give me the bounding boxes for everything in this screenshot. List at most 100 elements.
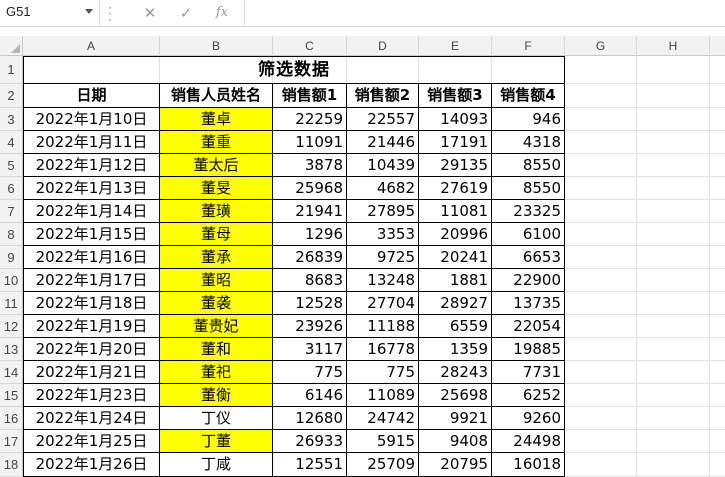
salesperson-cell[interactable]: 董祀	[160, 361, 273, 384]
date-cell[interactable]: 2022年1月23日	[23, 384, 160, 407]
sales-cell[interactable]: 12528	[273, 292, 347, 315]
sales-cell[interactable]: 17191	[419, 131, 492, 154]
column-header-b[interactable]: B	[160, 36, 273, 56]
sales-cell[interactable]: 9725	[347, 246, 419, 269]
chevron-down-icon[interactable]	[85, 9, 93, 14]
date-cell[interactable]: 2022年1月25日	[23, 430, 160, 453]
sales-cell[interactable]: 1359	[419, 338, 492, 361]
sheet-title[interactable]: 筛选数据	[23, 56, 565, 84]
date-cell[interactable]: 2022年1月20日	[23, 338, 160, 361]
sales-cell[interactable]: 22557	[347, 108, 419, 131]
sales-cell[interactable]: 9921	[419, 407, 492, 430]
date-cell[interactable]: 2022年1月13日	[23, 177, 160, 200]
salesperson-cell[interactable]: 董和	[160, 338, 273, 361]
salesperson-cell[interactable]: 丁咸	[160, 453, 273, 477]
salesperson-cell[interactable]: 董衡	[160, 384, 273, 407]
sales-cell[interactable]: 11188	[347, 315, 419, 338]
sales-cell[interactable]: 24742	[347, 407, 419, 430]
name-box[interactable]: G51	[0, 0, 100, 25]
row-header[interactable]: 2	[0, 84, 23, 108]
sales-cell[interactable]: 775	[273, 361, 347, 384]
row-header[interactable]: 3	[0, 108, 23, 131]
date-cell[interactable]: 2022年1月10日	[23, 108, 160, 131]
table-header-cell[interactable]: 销售额2	[347, 84, 419, 108]
insert-function-icon[interactable]: fx	[212, 3, 232, 23]
date-cell[interactable]: 2022年1月15日	[23, 223, 160, 246]
table-header-cell[interactable]: 销售额1	[273, 84, 347, 108]
sales-cell[interactable]: 16018	[492, 453, 565, 477]
sales-cell[interactable]: 1881	[419, 269, 492, 292]
sales-cell[interactable]: 14093	[419, 108, 492, 131]
sales-cell[interactable]: 6146	[273, 384, 347, 407]
sales-cell[interactable]: 27895	[347, 200, 419, 223]
row-header[interactable]: 5	[0, 154, 23, 177]
sales-cell[interactable]: 12680	[273, 407, 347, 430]
sales-cell[interactable]: 3878	[273, 154, 347, 177]
date-cell[interactable]: 2022年1月14日	[23, 200, 160, 223]
sales-cell[interactable]: 19885	[492, 338, 565, 361]
sales-cell[interactable]: 6100	[492, 223, 565, 246]
sales-cell[interactable]: 22900	[492, 269, 565, 292]
row-header[interactable]: 6	[0, 177, 23, 200]
row-header[interactable]: 11	[0, 292, 23, 315]
row-header[interactable]: 12	[0, 315, 23, 338]
date-cell[interactable]: 2022年1月24日	[23, 407, 160, 430]
date-cell[interactable]: 2022年1月26日	[23, 453, 160, 477]
sales-cell[interactable]: 25968	[273, 177, 347, 200]
date-cell[interactable]: 2022年1月11日	[23, 131, 160, 154]
sales-cell[interactable]: 9260	[492, 407, 565, 430]
salesperson-cell[interactable]: 董太后	[160, 154, 273, 177]
row-header[interactable]: 13	[0, 338, 23, 361]
sales-cell[interactable]: 5915	[347, 430, 419, 453]
sales-cell[interactable]: 775	[347, 361, 419, 384]
sales-cell[interactable]: 23926	[273, 315, 347, 338]
sales-cell[interactable]: 27704	[347, 292, 419, 315]
formula-input[interactable]	[244, 0, 725, 25]
sales-cell[interactable]: 3353	[347, 223, 419, 246]
table-header-cell[interactable]: 销售额3	[419, 84, 492, 108]
sales-cell[interactable]: 11089	[347, 384, 419, 407]
sales-cell[interactable]: 4682	[347, 177, 419, 200]
sales-cell[interactable]: 21941	[273, 200, 347, 223]
column-header-d[interactable]: D	[347, 36, 419, 56]
sales-cell[interactable]: 6559	[419, 315, 492, 338]
sales-cell[interactable]: 28243	[419, 361, 492, 384]
column-header-a[interactable]: A	[23, 36, 160, 56]
row-header[interactable]: 1	[0, 56, 23, 84]
sales-cell[interactable]: 20241	[419, 246, 492, 269]
row-header[interactable]: 7	[0, 200, 23, 223]
date-cell[interactable]: 2022年1月16日	[23, 246, 160, 269]
sales-cell[interactable]: 20795	[419, 453, 492, 477]
salesperson-cell[interactable]: 丁仪	[160, 407, 273, 430]
sales-cell[interactable]: 6653	[492, 246, 565, 269]
salesperson-cell[interactable]: 董袭	[160, 292, 273, 315]
table-header-cell[interactable]: 销售人员姓名	[160, 84, 273, 108]
row-header[interactable]: 15	[0, 384, 23, 407]
sales-cell[interactable]: 22054	[492, 315, 565, 338]
salesperson-cell[interactable]: 董卓	[160, 108, 273, 131]
sales-cell[interactable]: 3117	[273, 338, 347, 361]
sales-cell[interactable]: 22259	[273, 108, 347, 131]
row-header[interactable]: 17	[0, 430, 23, 453]
date-cell[interactable]: 2022年1月17日	[23, 269, 160, 292]
salesperson-cell[interactable]: 董昭	[160, 269, 273, 292]
sales-cell[interactable]: 7731	[492, 361, 565, 384]
column-header-c[interactable]: C	[273, 36, 347, 56]
sales-cell[interactable]: 27619	[419, 177, 492, 200]
sales-cell[interactable]: 23325	[492, 200, 565, 223]
sales-cell[interactable]: 13735	[492, 292, 565, 315]
sales-cell[interactable]: 20996	[419, 223, 492, 246]
row-header[interactable]: 4	[0, 131, 23, 154]
salesperson-cell[interactable]: 丁董	[160, 430, 273, 453]
row-header[interactable]: 18	[0, 453, 23, 477]
date-cell[interactable]: 2022年1月12日	[23, 154, 160, 177]
sales-cell[interactable]: 11091	[273, 131, 347, 154]
column-header-e[interactable]: E	[419, 36, 492, 56]
table-header-cell[interactable]: 日期	[23, 84, 160, 108]
sales-cell[interactable]: 8683	[273, 269, 347, 292]
salesperson-cell[interactable]: 董璜	[160, 200, 273, 223]
sales-cell[interactable]: 26839	[273, 246, 347, 269]
sales-cell[interactable]: 4318	[492, 131, 565, 154]
sales-cell[interactable]: 26933	[273, 430, 347, 453]
row-header[interactable]: 14	[0, 361, 23, 384]
